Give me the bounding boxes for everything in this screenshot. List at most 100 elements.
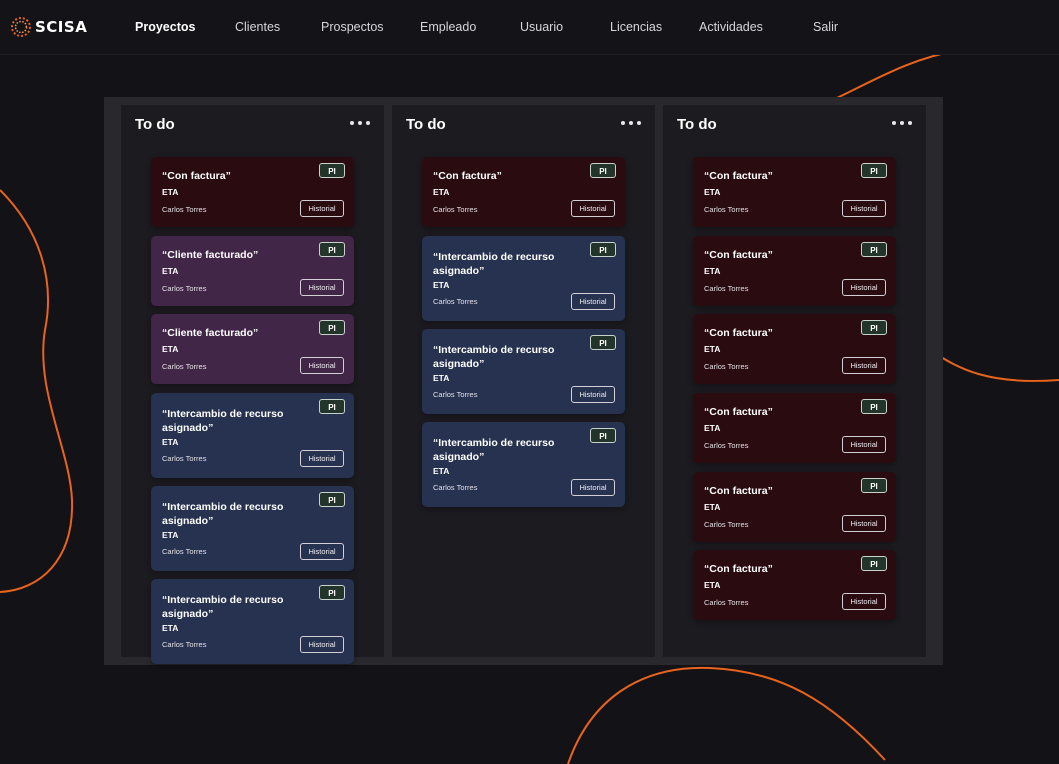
status-badge: PI xyxy=(590,428,616,443)
kanban-board: To do “Con factura” ETA Carlos Torres PI Hist… xyxy=(104,97,943,665)
historial-button[interactable]: Historial xyxy=(842,436,886,453)
nav-item-clientes[interactable]: Clientes xyxy=(235,0,280,54)
task-card[interactable]: “Con factura” ETA Carlos Torres PI Historial xyxy=(693,393,896,463)
task-card[interactable]: “Intercambio de recurso asignado” ETA Carl… xyxy=(422,236,625,321)
historial-button[interactable]: Historial xyxy=(300,543,344,560)
card-title: “Con factura” xyxy=(433,170,502,182)
card-eta: ETA xyxy=(433,280,450,290)
kanban-column: To do “Con factura” ETA Carlos Torres PI Hist… xyxy=(392,105,655,657)
card-eta: ETA xyxy=(162,344,179,354)
card-title: “Cliente facturado” xyxy=(162,249,259,261)
status-badge: PI xyxy=(319,320,345,335)
card-eta: ETA xyxy=(433,187,450,197)
status-badge: PI xyxy=(590,163,616,178)
card-eta: ETA xyxy=(162,623,179,633)
card-assignee: Carlos Torres xyxy=(162,362,207,371)
status-badge: PI xyxy=(319,163,345,178)
card-eta: ETA xyxy=(704,423,721,433)
decor-curve-bottom xyxy=(567,666,886,764)
card-eta: ETA xyxy=(162,187,179,197)
status-badge: PI xyxy=(319,242,345,257)
task-card[interactable]: “Con factura” ETA Carlos Torres PI Historial xyxy=(151,157,354,227)
task-card[interactable]: “Intercambio de recurso asignado” ETA Carl… xyxy=(151,486,354,571)
status-badge: PI xyxy=(319,399,345,414)
column-title: To do xyxy=(406,116,446,133)
nav-item-empleado[interactable]: Empleado xyxy=(420,0,476,54)
historial-button[interactable]: Historial xyxy=(571,200,615,217)
card-title: “Cliente facturado” xyxy=(162,327,259,339)
card-eta: ETA xyxy=(704,502,721,512)
card-assignee: Carlos Torres xyxy=(433,483,478,492)
card-assignee: Carlos Torres xyxy=(704,441,749,450)
card-eta: ETA xyxy=(162,437,179,447)
task-card[interactable]: “Cliente facturado” ETA Carlos Torres PI His… xyxy=(151,314,354,384)
task-card[interactable]: “Con factura” ETA Carlos Torres PI Historial xyxy=(422,157,625,227)
kanban-column: To do “Con factura” ETA Carlos Torres PI Hist… xyxy=(663,105,926,657)
nav-item-salir[interactable]: Salir xyxy=(813,0,838,54)
top-navbar: SCISA Proyectos Clientes Prospectos Emplead… xyxy=(0,0,1059,55)
status-badge: PI xyxy=(319,585,345,600)
card-title: “Con factura” xyxy=(704,327,773,339)
more-horizontal-icon[interactable] xyxy=(619,119,643,127)
card-title: “Intercambio de recurso asignado” xyxy=(433,344,555,370)
historial-button[interactable]: Historial xyxy=(300,450,344,467)
card-eta: ETA xyxy=(704,580,721,590)
kanban-column: To do “Con factura” ETA Carlos Torres PI Hist… xyxy=(121,105,384,664)
card-title: “Con factura” xyxy=(704,170,773,182)
status-badge: PI xyxy=(319,492,345,507)
historial-button[interactable]: Historial xyxy=(571,293,615,310)
historial-button[interactable]: Historial xyxy=(300,636,344,653)
card-title: “Intercambio de recurso asignado” xyxy=(162,594,284,620)
card-title: “Con factura” xyxy=(704,249,773,261)
card-eta: ETA xyxy=(162,266,179,276)
menu-dot xyxy=(908,121,912,125)
card-assignee: Carlos Torres xyxy=(704,598,749,607)
historial-button[interactable]: Historial xyxy=(300,279,344,296)
historial-button[interactable]: Historial xyxy=(842,357,886,374)
historial-button[interactable]: Historial xyxy=(571,479,615,496)
historial-button[interactable]: Historial xyxy=(300,200,344,217)
card-assignee: Carlos Torres xyxy=(704,520,749,529)
historial-button[interactable]: Historial xyxy=(842,515,886,532)
task-card[interactable]: “Cliente facturado” ETA Carlos Torres PI His… xyxy=(151,236,354,306)
card-eta: ETA xyxy=(433,466,450,476)
task-card[interactable]: “Intercambio de recurso asignado” ETA Carl… xyxy=(151,393,354,478)
task-card[interactable]: “Con factura” ETA Carlos Torres PI Historial xyxy=(693,157,896,227)
status-badge: PI xyxy=(590,242,616,257)
task-card[interactable]: “Con factura” ETA Carlos Torres PI Historial xyxy=(693,550,896,620)
nav-item-usuario[interactable]: Usuario xyxy=(520,0,563,54)
historial-button[interactable]: Historial xyxy=(300,357,344,374)
nav-item-actividades[interactable]: Actividades xyxy=(699,0,763,54)
nav-item-prospectos[interactable]: Prospectos xyxy=(321,0,384,54)
card-eta: ETA xyxy=(704,266,721,276)
menu-dot xyxy=(358,121,362,125)
task-card[interactable]: “Intercambio de recurso asignado” ETA Carl… xyxy=(151,579,354,664)
historial-button[interactable]: Historial xyxy=(842,593,886,610)
card-title: “Con factura” xyxy=(704,406,773,418)
task-card[interactable]: “Intercambio de recurso asignado” ETA Carl… xyxy=(422,329,625,414)
card-assignee: Carlos Torres xyxy=(704,205,749,214)
card-assignee: Carlos Torres xyxy=(704,362,749,371)
task-card[interactable]: “Con factura” ETA Carlos Torres PI Historial xyxy=(693,236,896,306)
decor-curve-right xyxy=(929,349,1059,382)
historial-button[interactable]: Historial xyxy=(842,200,886,217)
nav-item-proyectos[interactable]: Proyectos xyxy=(135,0,195,54)
brand-name: SCISA xyxy=(35,18,88,36)
card-eta: ETA xyxy=(433,373,450,383)
status-badge: PI xyxy=(861,320,887,335)
task-card[interactable]: “Con factura” ETA Carlos Torres PI Historial xyxy=(693,472,896,542)
historial-button[interactable]: Historial xyxy=(842,279,886,296)
historial-button[interactable]: Historial xyxy=(571,386,615,403)
card-assignee: Carlos Torres xyxy=(162,547,207,556)
task-card[interactable]: “Intercambio de recurso asignado” ETA Carl… xyxy=(422,422,625,507)
column-title: To do xyxy=(135,116,175,133)
status-badge: PI xyxy=(861,399,887,414)
card-assignee: Carlos Torres xyxy=(162,284,207,293)
menu-dot xyxy=(892,121,896,125)
task-card[interactable]: “Con factura” ETA Carlos Torres PI Historial xyxy=(693,314,896,384)
brand-logo[interactable]: SCISA xyxy=(10,16,87,38)
more-horizontal-icon[interactable] xyxy=(348,119,372,127)
nav-item-licencias[interactable]: Licencias xyxy=(610,0,662,54)
menu-dot xyxy=(900,121,904,125)
more-horizontal-icon[interactable] xyxy=(890,119,914,127)
